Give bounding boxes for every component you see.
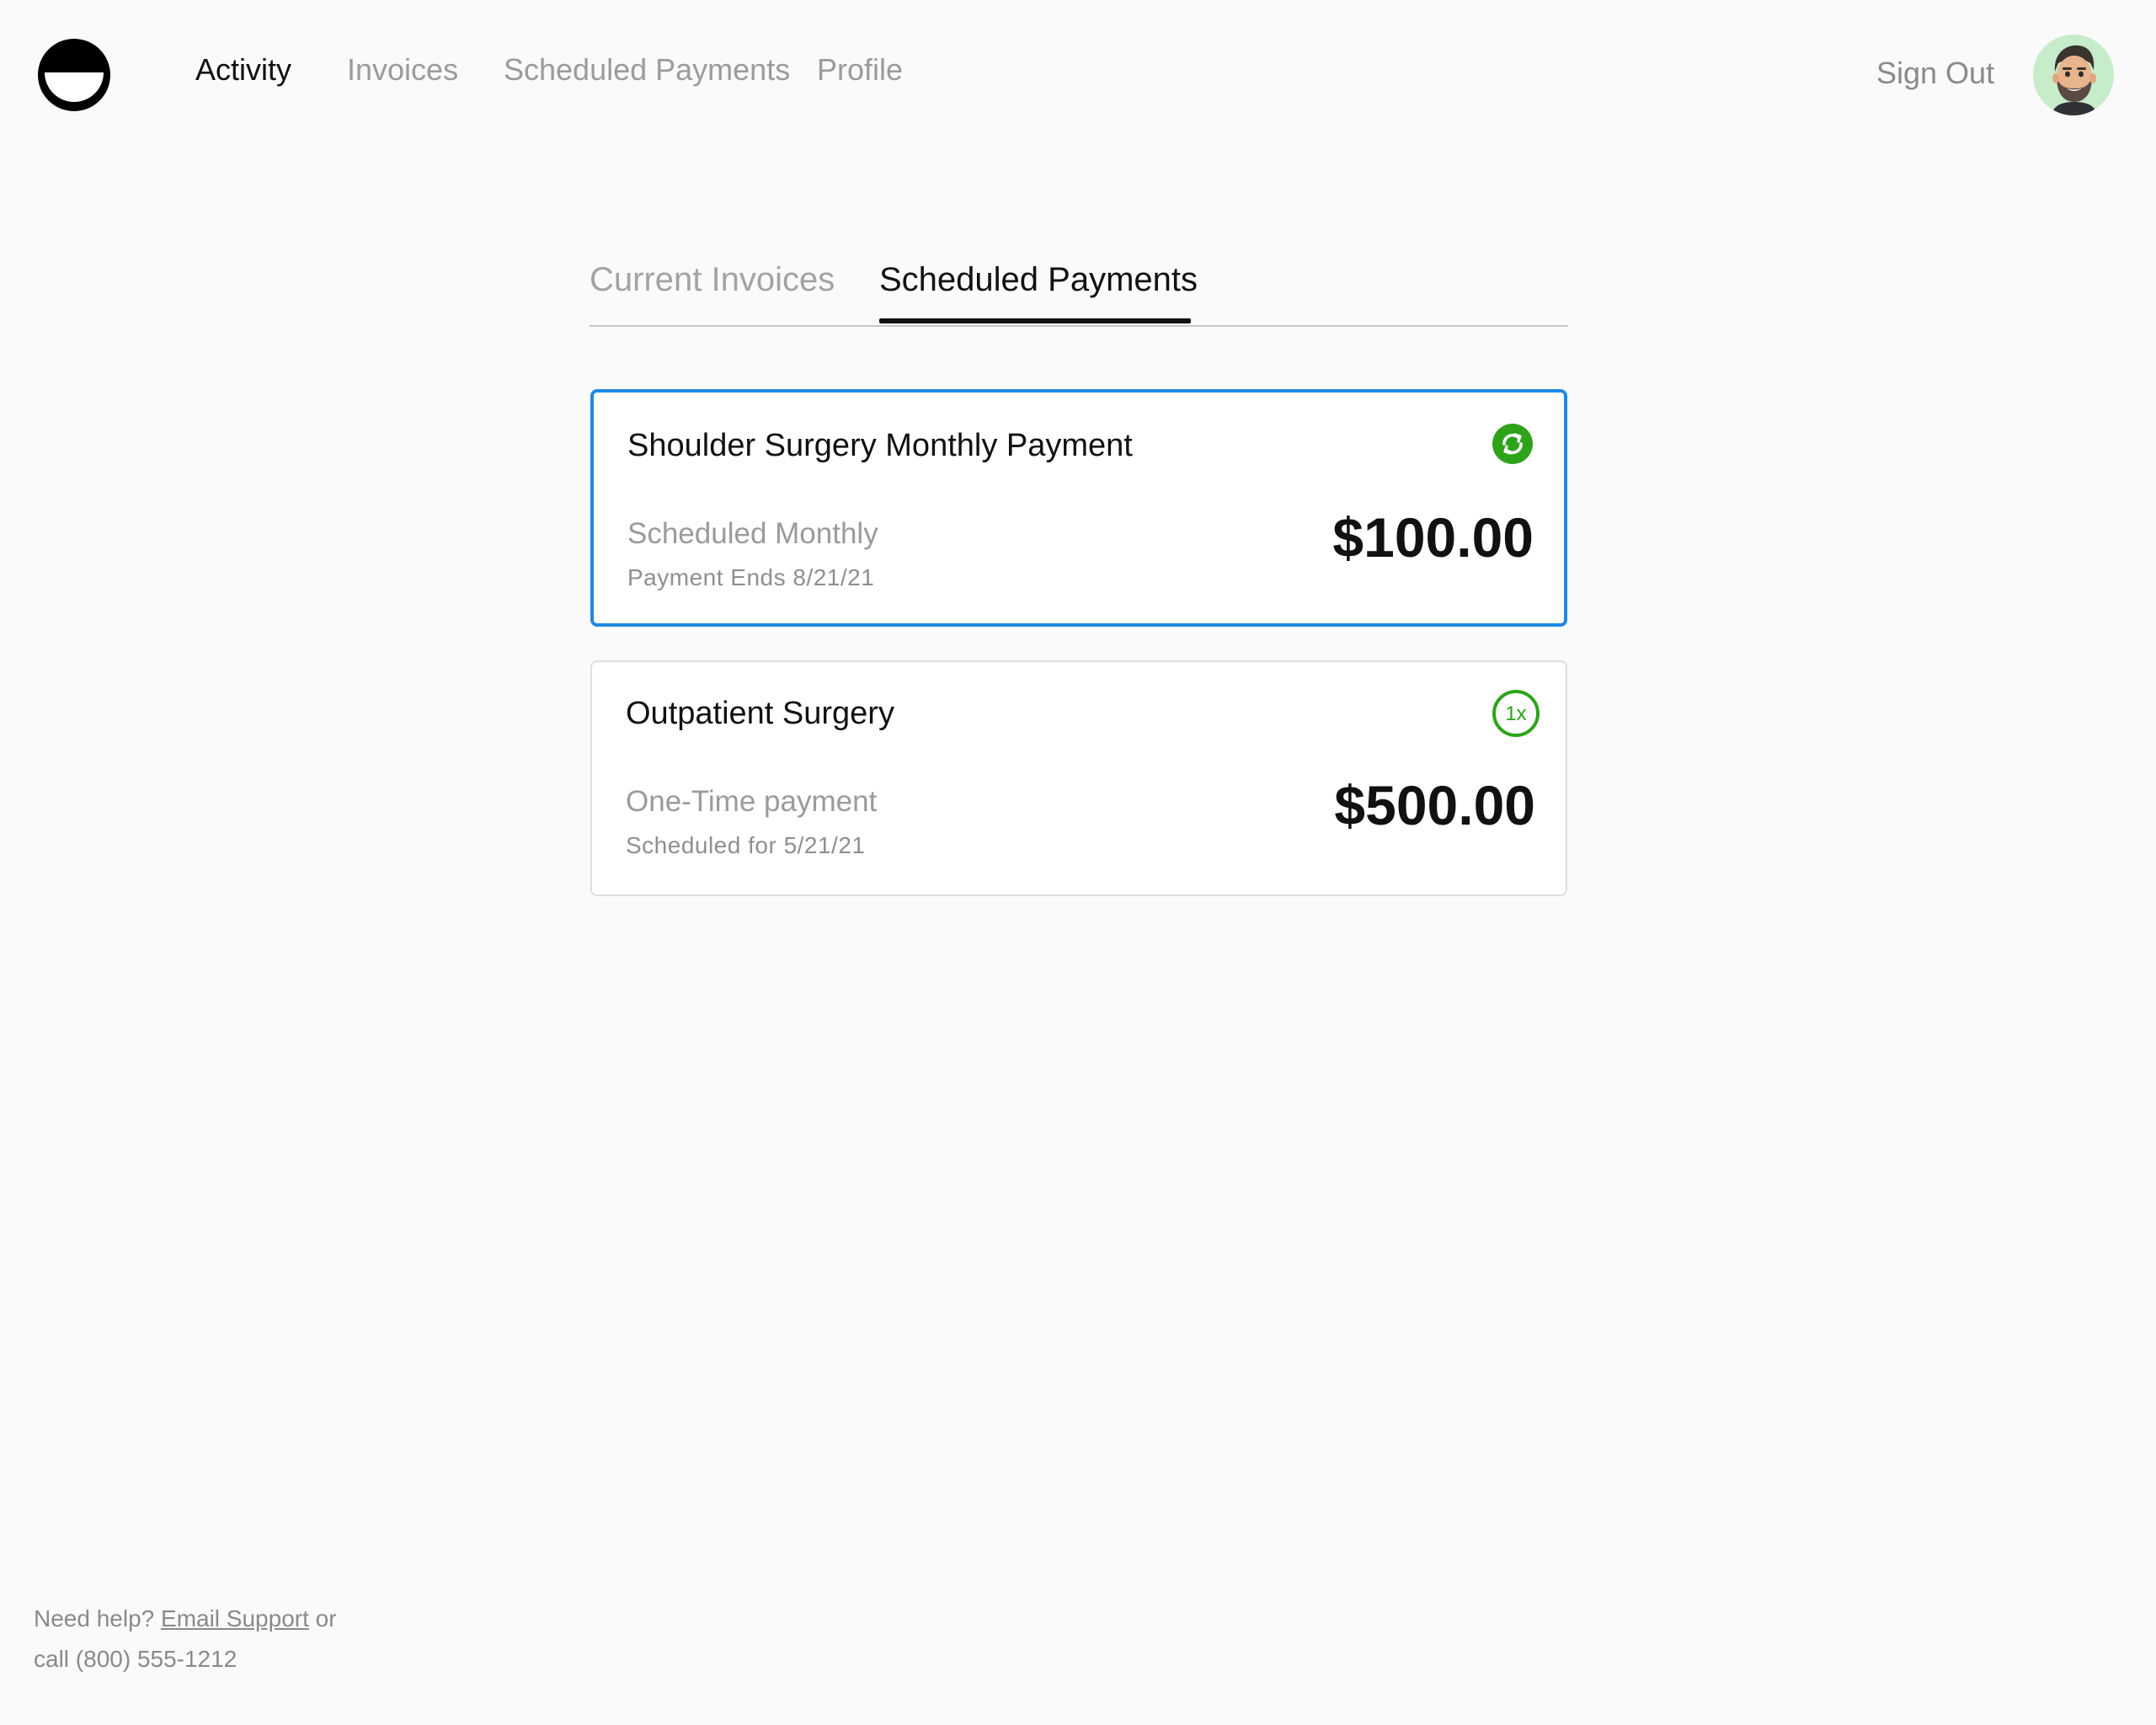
avatar[interactable] (2033, 35, 2114, 115)
payment-detail: Scheduled for 5/21/21 (626, 832, 866, 858)
tab-scheduled-payments[interactable]: Scheduled Payments (879, 261, 1198, 299)
payment-title: Shoulder Surgery Monthly Payment (627, 428, 1133, 463)
payment-title: Outpatient Surgery (626, 696, 894, 731)
help-footer: Need help? Email Support or call (800) 5… (34, 1599, 337, 1680)
recurring-icon (1492, 424, 1533, 464)
scheduled-payment-card[interactable]: Shoulder Surgery Monthly Payment Schedul… (590, 389, 1567, 627)
active-tab-indicator (879, 318, 1191, 323)
payment-type: Scheduled Monthly (627, 517, 878, 550)
payment-type: One-Time payment (626, 785, 878, 818)
one-time-icon: 1x (1492, 690, 1540, 737)
payments-tabs: Current Invoices Scheduled Payments (590, 253, 1568, 327)
nav-item-invoices[interactable]: Invoices (347, 52, 458, 88)
payment-detail: Payment Ends 8/21/21 (627, 564, 875, 590)
nav-item-activity[interactable]: Activity (195, 52, 291, 88)
email-support-link[interactable]: Email Support (161, 1605, 309, 1632)
logo-icon[interactable] (36, 37, 112, 113)
tab-current-invoices[interactable]: Current Invoices (590, 261, 835, 299)
payment-amount: $500.00 (1334, 774, 1535, 836)
nav-item-profile[interactable]: Profile (817, 52, 903, 88)
scheduled-payment-card[interactable]: Outpatient Surgery 1x One-Time payment S… (590, 660, 1567, 896)
sign-out-link[interactable]: Sign Out (1876, 56, 1994, 91)
top-navigation-bar: Activity Invoices Scheduled Payments Pro… (0, 0, 2156, 152)
help-or: or (315, 1605, 337, 1632)
nav-item-scheduled-payments[interactable]: Scheduled Payments (504, 52, 790, 88)
user-avatar-icon (2052, 45, 2097, 115)
payment-amount: $100.00 (1332, 506, 1534, 569)
one-time-icon-label: 1x (1505, 702, 1526, 725)
support-phone: call (800) 555-1212 (34, 1646, 237, 1672)
help-prefix: Need help? (34, 1605, 155, 1632)
